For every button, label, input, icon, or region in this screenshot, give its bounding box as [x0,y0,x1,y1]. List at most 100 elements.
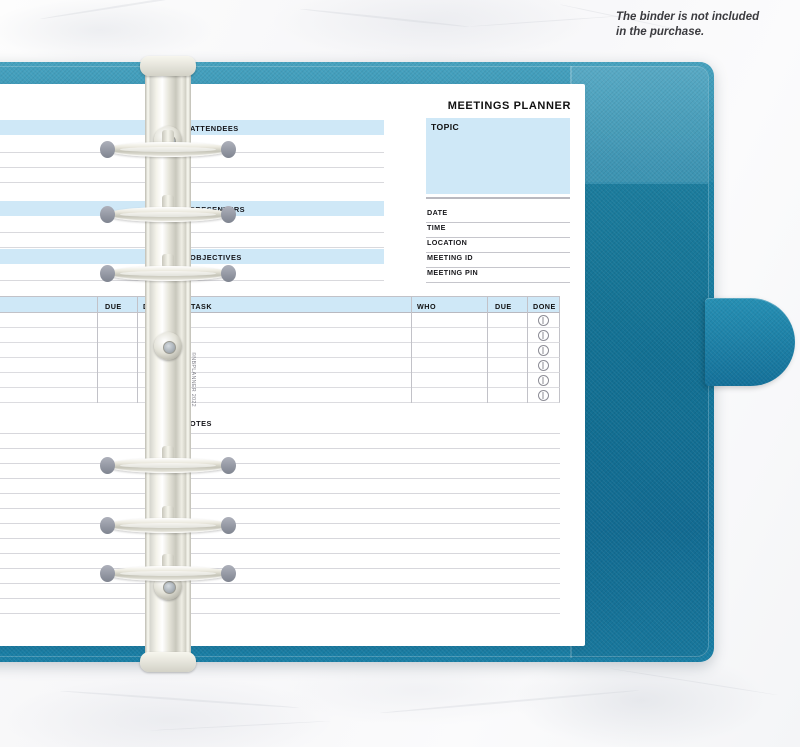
task-col-divider [487,297,488,314]
done-circle-icon[interactable] [537,314,549,326]
ring-highlight [120,212,216,217]
done-cell[interactable] [527,328,559,342]
done-cell[interactable] [527,343,559,357]
notes-rule [184,493,560,494]
meta-field-label: DATE [427,208,448,217]
notes-rule [184,448,560,449]
caption-line-2: in the purchase. [616,26,705,38]
left-col-divider [97,297,98,314]
left-col-divider [97,358,98,373]
ring-highlight [120,147,216,152]
attendees-rule [184,167,384,168]
page-right-content: MEETINGS PLANNER TOPIC DATE TIME LOCATION M… [178,84,585,646]
col-header-due: DUE [495,302,512,311]
binder-ring[interactable] [100,206,236,223]
left-col-header-due: DUE [105,302,122,311]
task-col-divider [411,373,412,388]
marble-vein [469,15,620,27]
topic-label: TOPIC [431,122,460,132]
task-col-divider [527,297,528,314]
presenters-rule [184,232,384,233]
topic-field[interactable]: TOPIC [426,118,570,194]
ring-highlight [120,571,216,576]
table-row[interactable] [184,328,560,343]
task-col-divider [487,313,488,328]
task-col-divider [487,358,488,373]
meta-field-location[interactable]: LOCATION [426,238,570,253]
ring-highlight [120,271,216,276]
table-row[interactable] [184,388,560,403]
task-col-divider [411,297,412,314]
meta-field-label: LOCATION [427,238,468,247]
table-row[interactable] [184,343,560,358]
left-col-divider [97,388,98,403]
binder-ring[interactable] [100,457,236,474]
table-row[interactable] [184,358,560,373]
left-col-divider [97,373,98,388]
done-circle-icon[interactable] [537,344,549,356]
notes-rule [184,523,560,524]
meta-field-meeting-id[interactable]: MEETING ID [426,253,570,268]
caption-line-1: The binder is not included [616,11,760,23]
meta-field-meeting-pin[interactable]: MEETING PIN [426,268,570,283]
marble-vein [59,690,300,709]
done-circle-icon[interactable] [537,374,549,386]
left-col-divider [97,328,98,343]
notes-rule [184,568,560,569]
notes-rule [184,553,560,554]
done-cell[interactable] [527,373,559,387]
task-table-header: TASK WHO DUE DONE [184,296,560,314]
notes-rule [184,583,560,584]
done-cell[interactable] [527,313,559,327]
attendees-rule [184,182,384,183]
done-cell[interactable] [527,358,559,372]
marble-vein [39,0,248,20]
marble-vein [149,720,330,731]
notes-rule [184,478,560,479]
meta-field-underline [426,282,570,283]
binder-ring[interactable] [100,517,236,534]
task-table-rows [184,313,560,403]
page-right: MEETINGS PLANNER TOPIC DATE TIME LOCATION M… [178,84,585,646]
task-col-divider [411,388,412,403]
disclaimer-caption: The binder is not included in the purcha… [616,10,786,40]
done-circle-icon[interactable] [537,359,549,371]
meta-field-date[interactable]: DATE [426,208,570,223]
notes-rule [184,463,560,464]
notes-rule [184,433,560,434]
task-col-divider [487,343,488,358]
task-col-divider [411,313,412,328]
scene: The binder is not included in the purcha… [0,0,800,747]
done-cell[interactable] [527,388,559,402]
col-header-who: WHO [417,302,437,311]
marble-vein [609,668,778,696]
binder-ring[interactable] [100,265,236,282]
objectives-rule [184,280,384,281]
task-col-divider [411,358,412,373]
notes-rule [184,538,560,539]
task-col-divider [487,388,488,403]
marble-vein [299,8,470,28]
ring-highlight [120,523,216,528]
table-row[interactable] [184,373,560,388]
closure-tab [705,298,795,386]
meta-field-time[interactable]: TIME [426,223,570,238]
binder-ring[interactable] [100,565,236,582]
topic-underline [426,197,570,199]
section-bar-objectives: OBJECTIVES [184,249,384,264]
section-bar-attendees: ATTENDEES [184,120,384,135]
task-col-divider [487,373,488,388]
binder-ring[interactable] [100,141,236,158]
task-table: TASK WHO DUE DONE [184,296,560,403]
table-row[interactable] [184,313,560,328]
notes-rule [184,613,560,614]
left-col-divider [97,343,98,358]
ring-highlight [120,463,216,468]
done-circle-icon[interactable] [537,329,549,341]
notes-rule [184,508,560,509]
ring-lever[interactable] [154,332,182,360]
done-circle-icon[interactable] [537,389,549,401]
task-col-divider [411,328,412,343]
spine-cap-bottom [140,652,196,672]
page-title: MEETINGS PLANNER [447,100,571,112]
